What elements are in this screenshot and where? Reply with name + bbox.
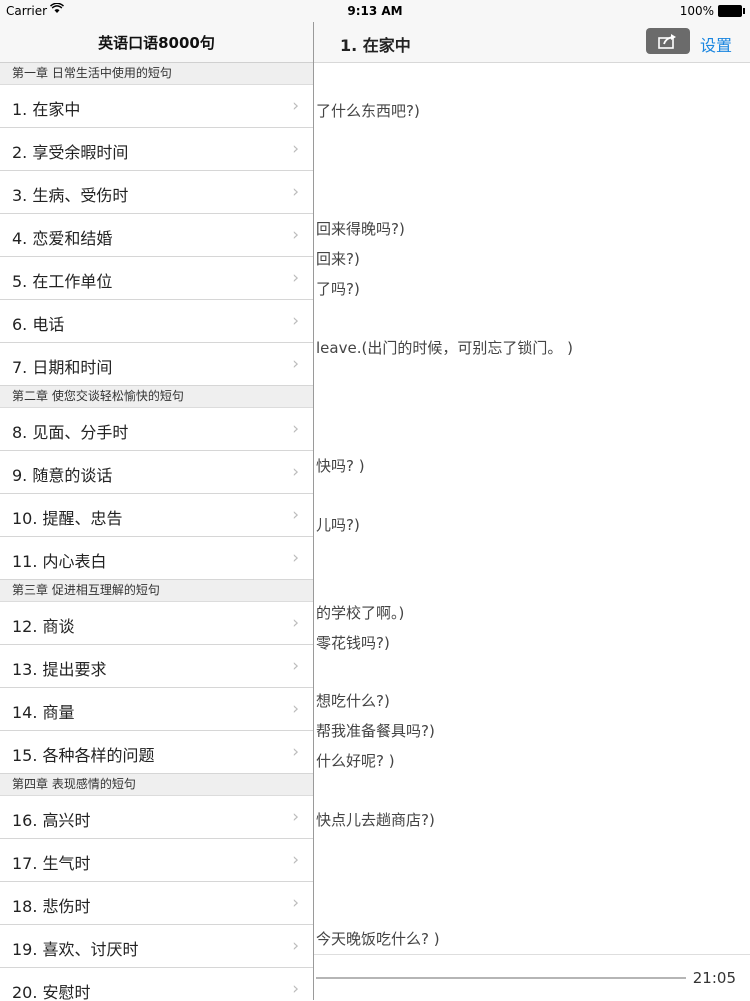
battery-percentage: 100% — [679, 4, 714, 18]
menu-item-label: 6. 电话 — [12, 315, 65, 334]
menu-item-label: 19. 喜欢、讨厌时 — [12, 940, 139, 959]
chevron-right-icon: › — [292, 893, 299, 913]
text-line: 回来得晚吗?) — [316, 220, 405, 238]
chevron-right-icon: › — [292, 548, 299, 568]
status-bar: Carrier 9:13 AM 100% — [0, 0, 750, 22]
status-time: 9:13 AM — [347, 4, 403, 18]
chevron-right-icon: › — [292, 96, 299, 116]
audio-duration: 21:05 — [692, 969, 736, 987]
menu-item-6[interactable]: 6. 电话 › — [0, 300, 313, 343]
menu-item-5[interactable]: 5. 在工作单位 › — [0, 257, 313, 300]
text-line: 零花钱吗?) — [316, 634, 390, 652]
menu-item-label: 10. 提醒、忠告 — [12, 509, 123, 528]
menu-item-17[interactable]: 17. 生气时 › — [0, 839, 313, 882]
menu-item-label: 16. 高兴时 — [12, 811, 91, 830]
battery-icon — [718, 5, 745, 17]
chevron-right-icon: › — [292, 979, 299, 999]
menu-item-label: 8. 见面、分手时 — [12, 423, 129, 442]
menu-item-label: 4. 恋爱和结婚 — [12, 229, 113, 248]
chevron-right-icon: › — [292, 311, 299, 331]
chevron-right-icon: › — [292, 850, 299, 870]
chevron-right-icon: › — [292, 656, 299, 676]
text-line: 的学校了啊。) — [316, 604, 405, 622]
menu-item-label: 12. 商谈 — [12, 617, 75, 636]
chevron-right-icon: › — [292, 699, 299, 719]
chapter-menu: 英语口语8000句 第一章 日常生活中使用的短句 1. 在家中 › 2. 享受余暇… — [0, 22, 314, 1000]
menu-item-label: 7. 日期和时间 — [12, 358, 113, 377]
chevron-right-icon: › — [292, 462, 299, 482]
menu-item-13[interactable]: 13. 提出要求 › — [0, 645, 313, 688]
menu-item-label: 2. 享受余暇时间 — [12, 143, 129, 162]
menu-item-9[interactable]: 9. 随意的谈话 › — [0, 451, 313, 494]
chevron-right-icon: › — [292, 268, 299, 288]
menu-item-label: 9. 随意的谈话 — [12, 466, 113, 485]
chevron-right-icon: › — [292, 139, 299, 159]
menu-item-18[interactable]: 18. 悲伤时 › — [0, 882, 313, 925]
share-button[interactable] — [646, 28, 690, 54]
menu-item-1[interactable]: 1. 在家中 › — [0, 85, 313, 128]
menu-item-label: 13. 提出要求 — [12, 660, 107, 679]
settings-button[interactable]: 设置 — [700, 32, 732, 56]
menu-item-19[interactable]: 19. 喜欢、讨厌时 › — [0, 925, 313, 968]
text-line: 想吃什么?) — [316, 692, 390, 710]
chevron-right-icon: › — [292, 354, 299, 374]
menu-item-20[interactable]: 20. 安慰时 › — [0, 968, 313, 1000]
menu-item-label: 17. 生气时 — [12, 854, 91, 873]
text-line: 儿吗?) — [316, 516, 360, 534]
text-line: 回来?) — [316, 250, 360, 268]
menu-title: 英语口语8000句 — [0, 22, 313, 63]
section-header: 第四章 表现感情的短句 — [0, 774, 313, 796]
menu-item-label: 20. 安慰时 — [12, 983, 91, 1000]
menu-item-label: 3. 生病、受伤时 — [12, 186, 129, 205]
chevron-right-icon: › — [292, 225, 299, 245]
chevron-right-icon: › — [292, 505, 299, 525]
menu-item-11[interactable]: 11. 内心表白 › — [0, 537, 313, 580]
chevron-right-icon: › — [292, 419, 299, 439]
menu-item-12[interactable]: 12. 商谈 › — [0, 602, 313, 645]
menu-item-label: 15. 各种各样的问题 — [12, 746, 155, 765]
menu-item-15[interactable]: 15. 各种各样的问题 › — [0, 731, 313, 774]
menu-item-10[interactable]: 10. 提醒、忠告 › — [0, 494, 313, 537]
chevron-right-icon: › — [292, 807, 299, 827]
section-header: 第一章 日常生活中使用的短句 — [0, 63, 313, 85]
text-line: 今天晚饭吃什么? ) — [316, 930, 440, 948]
menu-item-label: 18. 悲伤时 — [12, 897, 91, 916]
menu-item-14[interactable]: 14. 商量 › — [0, 688, 313, 731]
menu-item-4[interactable]: 4. 恋爱和结婚 › — [0, 214, 313, 257]
section-header: 第二章 使您交谈轻松愉快的短句 — [0, 386, 313, 408]
menu-item-3[interactable]: 3. 生病、受伤时 › — [0, 171, 313, 214]
section-header: 第三章 促进相互理解的短句 — [0, 580, 313, 602]
page-title: 1. 在家中 — [340, 36, 411, 55]
menu-item-8[interactable]: 8. 见面、分手时 › — [0, 408, 313, 451]
text-line: 快吗? ) — [316, 457, 365, 475]
menu-item-16[interactable]: 16. 高兴时 › — [0, 796, 313, 839]
menu-item-7[interactable]: 7. 日期和时间 › — [0, 343, 313, 386]
menu-item-label: 11. 内心表白 — [12, 552, 107, 571]
text-line: 什么好呢? ) — [316, 752, 395, 770]
share-icon — [658, 34, 676, 49]
menu-item-label: 14. 商量 — [12, 703, 75, 722]
text-line: 了吗?) — [316, 280, 360, 298]
menu-item-label: 5. 在工作单位 — [12, 272, 113, 291]
text-line: leave.(出门的时候，可别忘了锁门。 ) — [316, 339, 573, 357]
text-line: 帮我准备餐具吗?) — [316, 722, 435, 740]
chevron-right-icon: › — [292, 613, 299, 633]
text-line: 快点儿去趟商店?) — [316, 811, 435, 829]
text-line: 了什么东西吧?) — [316, 102, 420, 120]
chevron-right-icon: › — [292, 742, 299, 762]
chevron-right-icon: › — [292, 936, 299, 956]
menu-item-2[interactable]: 2. 享受余暇时间 › — [0, 128, 313, 171]
chevron-right-icon: › — [292, 182, 299, 202]
audio-progress-slider[interactable] — [316, 977, 686, 979]
menu-item-label: 1. 在家中 — [12, 100, 81, 119]
